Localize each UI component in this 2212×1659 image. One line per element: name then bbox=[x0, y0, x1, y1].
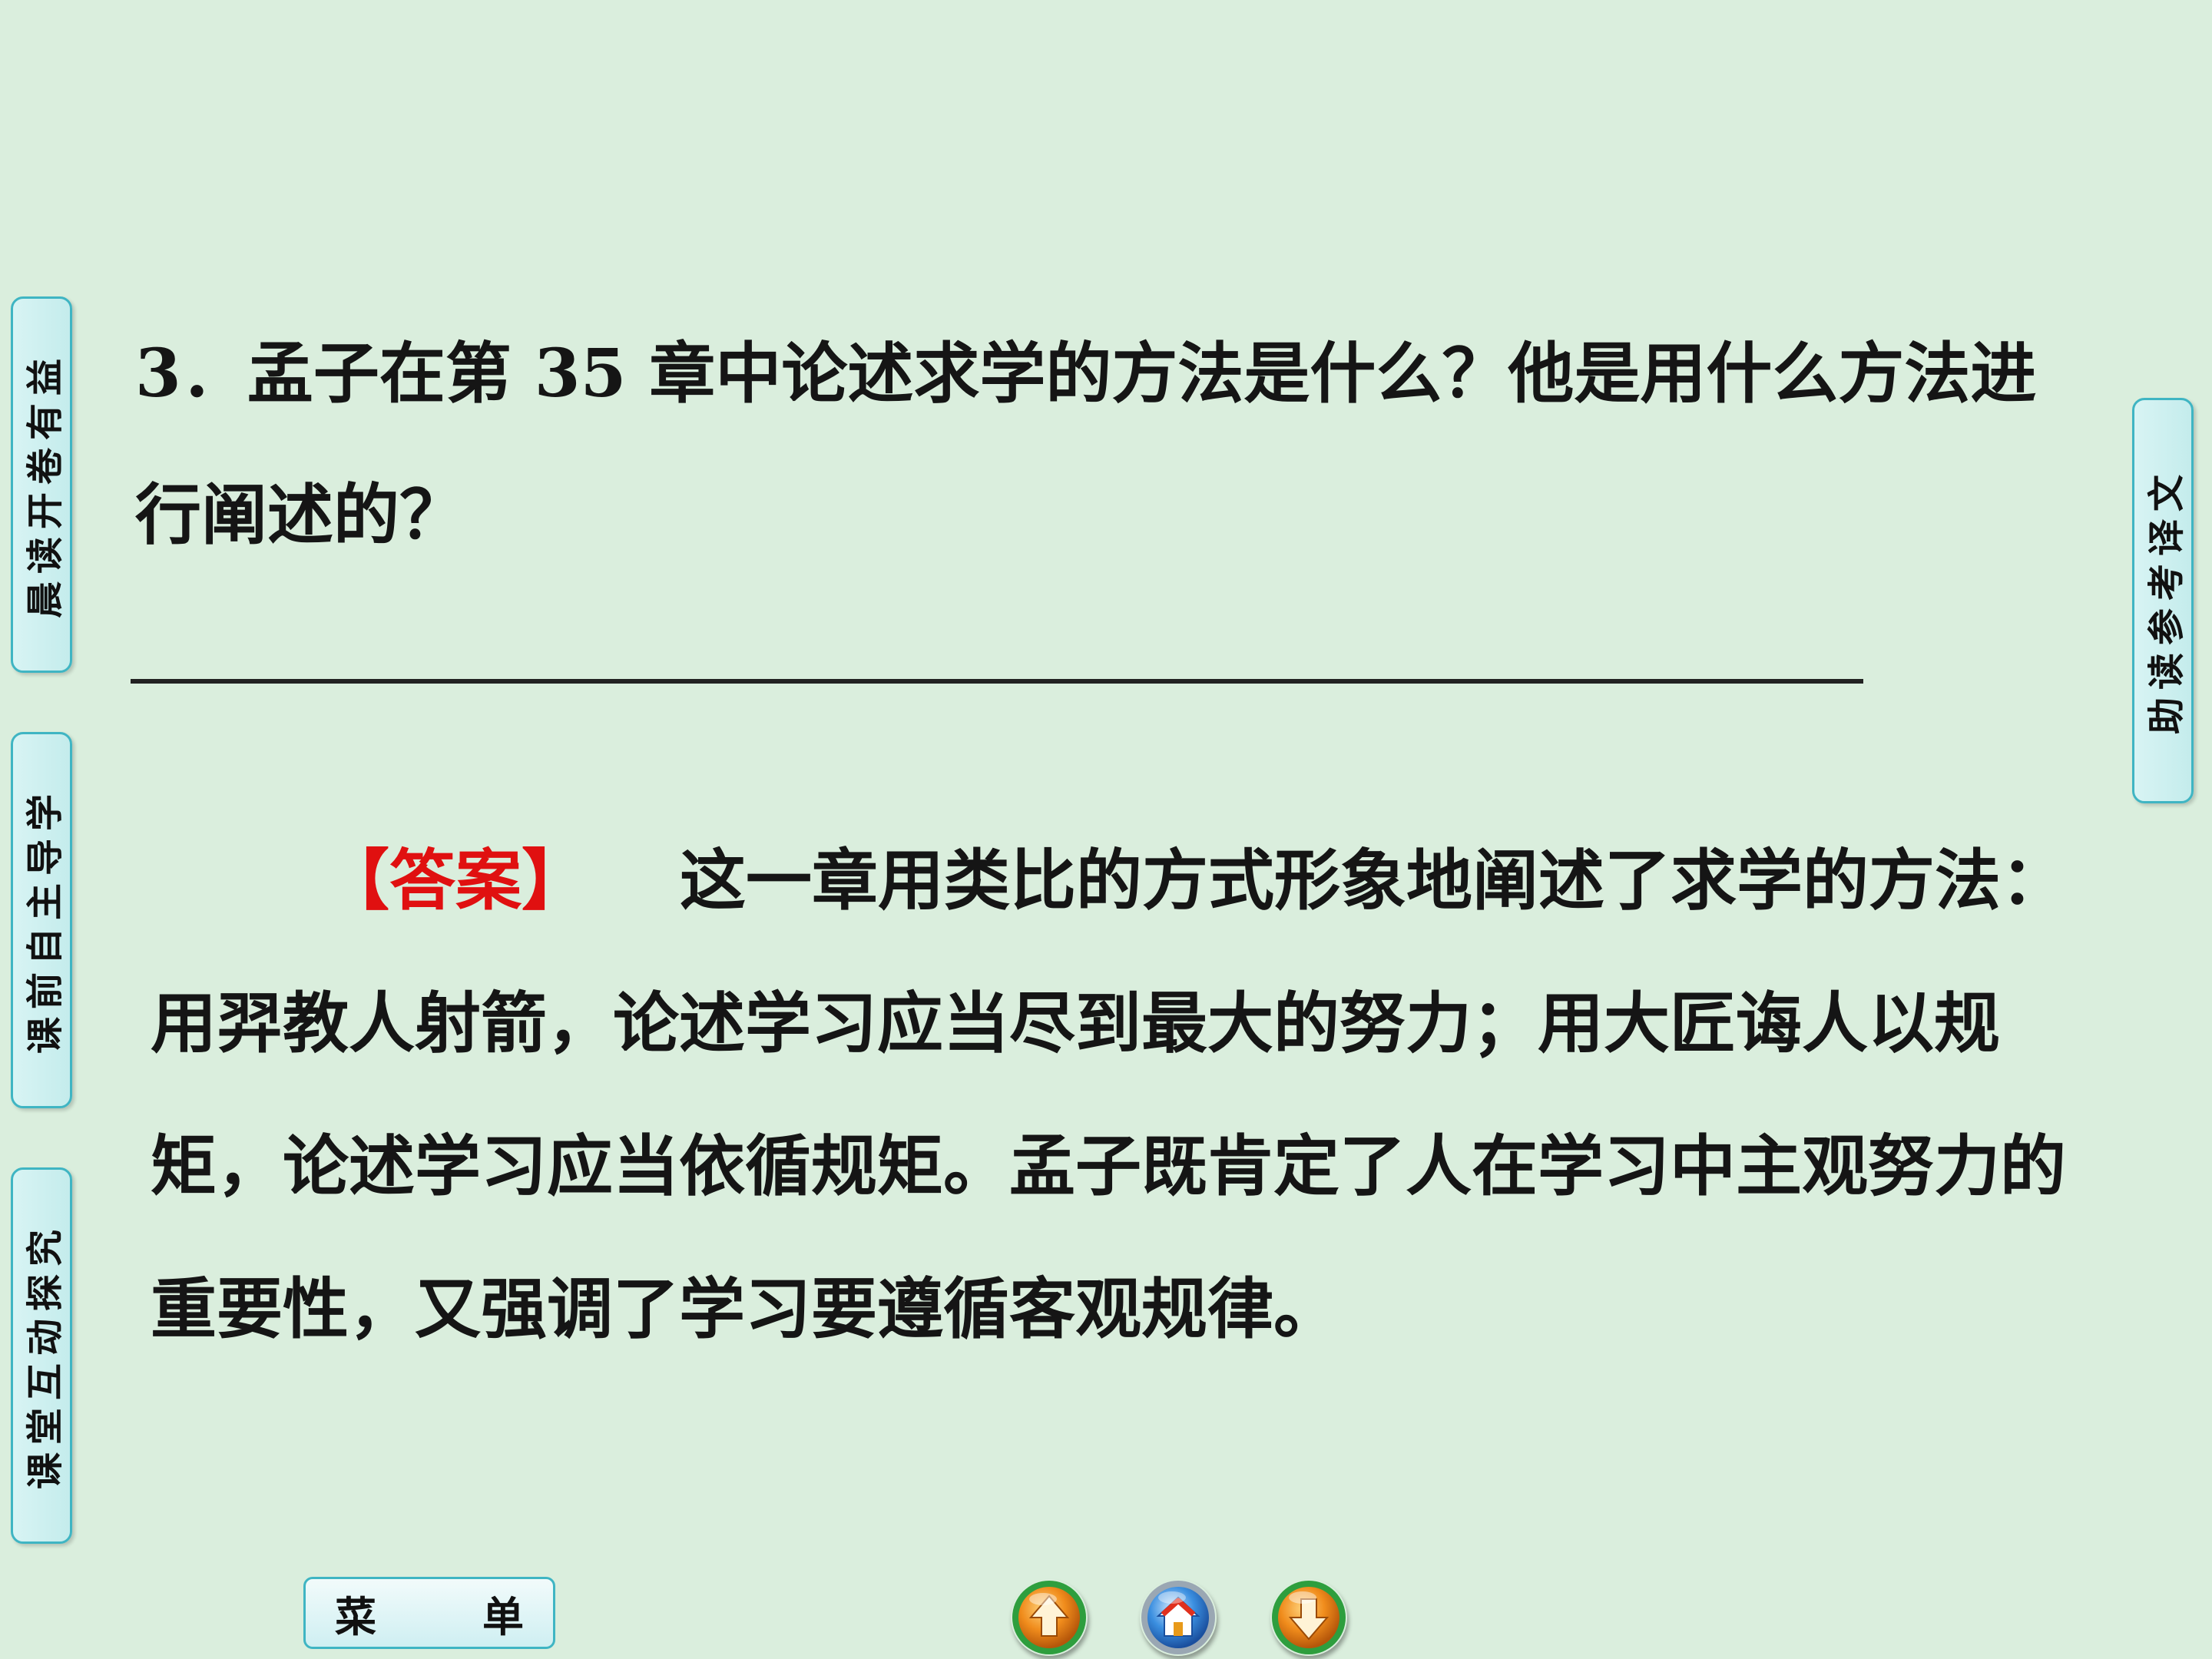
tab-pre-class-study[interactable]: 课前自主导学 bbox=[11, 732, 72, 1108]
tab-reference-translation-label: 助读参考译文 bbox=[2145, 466, 2188, 735]
up-arrow-icon bbox=[1012, 1581, 1086, 1654]
answer: 【答案】 这一章用类比的方式形象地阐述了求学的方法：用羿教人射箭，论述学习应当尽到… bbox=[151, 810, 2071, 1381]
answer-label: 【答案】 bbox=[323, 842, 588, 919]
home-button[interactable] bbox=[1140, 1579, 1217, 1656]
question-number: 3． bbox=[135, 335, 247, 412]
answer-blank-line bbox=[131, 679, 1863, 684]
home-icon bbox=[1141, 1581, 1215, 1654]
menu-button-label-left: 菜 bbox=[335, 1591, 376, 1641]
previous-page-button[interactable] bbox=[1011, 1579, 1088, 1656]
question-text: 孟子在第 35 章中论述求学的方法是什么？他是用什么方法进行阐述的？ bbox=[135, 335, 2037, 554]
question: 3．孟子在第 35 章中论述求学的方法是什么？他是用什么方法进行阐述的？ bbox=[135, 303, 2071, 586]
tab-classroom-inquiry-label: 课堂互动探究 bbox=[24, 1221, 67, 1490]
tab-pre-class-study-label: 课前自主导学 bbox=[24, 786, 67, 1055]
menu-button[interactable]: 菜 单 bbox=[303, 1577, 555, 1649]
tab-classroom-inquiry[interactable]: 课堂互动探究 bbox=[11, 1167, 72, 1544]
menu-button-label-right: 单 bbox=[482, 1591, 524, 1641]
tab-morning-reading-label: 晨读开卷有益 bbox=[24, 350, 67, 619]
tab-reference-translation[interactable]: 助读参考译文 bbox=[2132, 398, 2194, 803]
next-page-button[interactable] bbox=[1270, 1579, 1347, 1656]
down-arrow-icon bbox=[1272, 1581, 1346, 1654]
tab-morning-reading[interactable]: 晨读开卷有益 bbox=[11, 296, 72, 673]
